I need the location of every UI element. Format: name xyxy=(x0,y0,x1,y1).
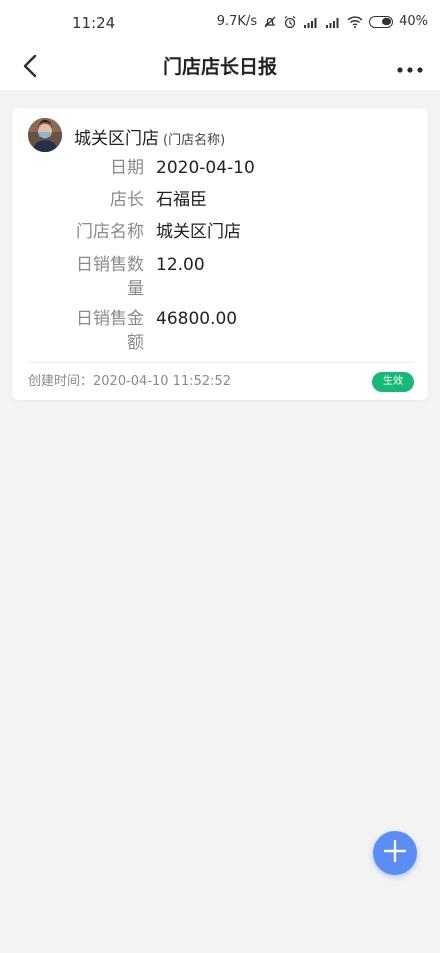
more-horizontal-icon xyxy=(396,59,424,78)
store-name: 城关区门店 xyxy=(74,129,159,149)
field-value: 石福臣 xyxy=(156,190,207,210)
field-label: 店长 xyxy=(110,190,144,210)
wifi-icon xyxy=(347,15,363,29)
status-icons: 9.7K/s 40% xyxy=(217,14,428,29)
field-label: 日销售金额 xyxy=(76,309,144,353)
mute-icon xyxy=(263,15,277,29)
battery-level: 40% xyxy=(399,14,428,29)
field-label: 日期 xyxy=(110,158,144,178)
signal-icon xyxy=(325,15,341,29)
hd-signal-icon xyxy=(303,15,319,29)
alarm-icon xyxy=(283,15,297,29)
battery-icon xyxy=(369,15,394,28)
net-speed: 9.7K/s xyxy=(216,14,258,29)
field-label: 门店名称 xyxy=(76,222,144,242)
status-badge: 生效 xyxy=(372,372,414,392)
field-label: 日销售数量 xyxy=(76,255,144,299)
divider xyxy=(28,362,414,363)
field-value: 46800.00 xyxy=(156,309,238,329)
status-time: 11:24 xyxy=(72,14,116,32)
store-title: 城关区门店 (门店名称) xyxy=(74,124,225,149)
nav-bar: 门店店长日报 xyxy=(0,48,440,90)
add-button[interactable] xyxy=(373,831,417,875)
report-card[interactable]: 城关区门店 (门店名称) 日期 2020-04-10 店长 石福臣 门店名称 城关… xyxy=(12,108,428,400)
store-name-caption: (门店名称) xyxy=(163,133,226,148)
more-button[interactable] xyxy=(394,56,426,80)
avatar xyxy=(28,118,62,152)
created-time: 创建时间：2020-04-10 11:52:52 xyxy=(28,374,232,389)
plus-icon xyxy=(383,839,407,866)
page-title: 门店店长日报 xyxy=(162,56,277,78)
status-bar: 11:24 9.7K/s 40% xyxy=(0,0,440,48)
field-value: 城关区门店 xyxy=(156,222,241,242)
field-value: 2020-04-10 xyxy=(156,158,255,178)
field-value: 12.00 xyxy=(156,255,205,275)
